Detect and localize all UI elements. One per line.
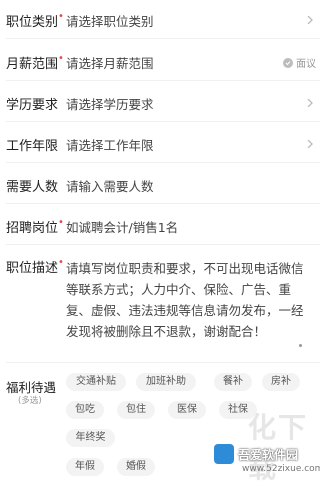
job-category-row[interactable]: 职位类别 • 请选择职位类别	[0, 10, 320, 30]
benefit-tag[interactable]: 房补	[262, 373, 300, 391]
education-label: 学历要求	[6, 97, 59, 113]
headcount-input[interactable]: 请输入需要人数	[66, 176, 154, 195]
divider	[6, 38, 320, 39]
watermark-icon	[214, 444, 234, 464]
negotiable-label: 面议	[296, 59, 316, 70]
divider	[6, 162, 320, 163]
benefit-tag[interactable]: 年终奖	[66, 429, 115, 447]
salary-range-row[interactable]: 月薪范围 • 请选择月薪范围 面议	[0, 52, 320, 72]
required-mark: •	[58, 53, 64, 64]
headcount-row[interactable]: 需要人数 请输入需要人数	[0, 175, 320, 195]
resize-dot	[299, 344, 302, 347]
benefit-tag[interactable]: 交通补贴	[66, 373, 126, 391]
position-input[interactable]: 如诚聘会计/销售1名	[66, 217, 178, 236]
benefit-tag[interactable]: 婚假	[117, 458, 155, 476]
negotiable-toggle[interactable]: 面议	[283, 55, 316, 70]
salary-range-label: 月薪范围	[6, 56, 59, 72]
watermark-name: 吾爱软件园	[238, 448, 299, 462]
chevron-right-icon	[306, 140, 314, 148]
divider	[6, 244, 320, 245]
benefit-tag[interactable]: 医保	[168, 401, 206, 419]
required-mark: •	[58, 257, 64, 268]
job-category-label: 职位类别	[6, 14, 59, 30]
check-circle-icon	[283, 57, 293, 68]
divider	[6, 203, 320, 204]
benefit-tag[interactable]: 加班补助	[136, 373, 196, 391]
salary-range-value: 请选择月薪范围	[66, 55, 154, 71]
description-label: 职位描述	[6, 260, 59, 276]
required-mark: •	[58, 217, 64, 228]
position-row[interactable]: 招聘岗位 • 如诚聘会计/销售1名	[0, 216, 320, 236]
position-label: 招聘岗位	[6, 220, 59, 236]
divider	[6, 362, 320, 363]
divider	[6, 121, 320, 122]
description-textarea[interactable]: 请填写岗位职责和要求，不可出现电话微信等联系方式；人力中介、保险、广告、重复、虚…	[66, 258, 312, 342]
benefit-tag[interactable]: 年假	[66, 458, 104, 476]
headcount-label: 需要人数	[6, 179, 59, 195]
divider	[6, 80, 320, 81]
education-row[interactable]: 学历要求 请选择学历要求	[0, 93, 320, 113]
required-mark: •	[58, 11, 64, 22]
watermark-url: www.52zixue.com	[242, 464, 320, 474]
benefit-tag[interactable]: 包住	[117, 401, 155, 419]
work-years-label: 工作年限	[6, 138, 59, 154]
benefit-tag[interactable]: 包吃	[66, 401, 104, 419]
chevron-right-icon	[306, 99, 314, 107]
chevron-right-icon	[306, 16, 314, 24]
work-years-value: 请选择工作年限	[66, 137, 154, 153]
education-value: 请选择学历要求	[66, 96, 154, 112]
benefits-subtitle: (多选)	[18, 396, 42, 406]
benefit-tag[interactable]: 餐补	[214, 373, 252, 391]
work-years-row[interactable]: 工作年限 请选择工作年限	[0, 134, 320, 154]
job-category-value: 请选择职位类别	[66, 13, 154, 29]
